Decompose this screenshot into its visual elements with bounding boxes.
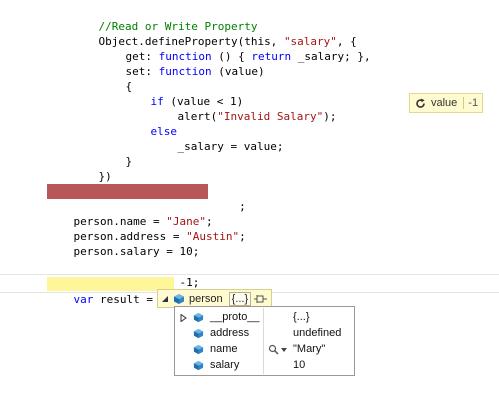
member-row-name[interactable]: name "Mary" xyxy=(175,342,354,358)
code-line-11: }) xyxy=(72,153,112,183)
code-line-18: person.salary = -1; xyxy=(47,259,200,289)
code-token: ; xyxy=(239,200,246,213)
object-cube-icon xyxy=(173,293,185,305)
pin-icon[interactable] xyxy=(254,293,268,305)
chevron-down-icon[interactable] xyxy=(281,348,287,352)
code-line-14: person.name = "Jane"; xyxy=(47,198,213,228)
object-cube-icon xyxy=(193,328,204,339)
code-line-4: set: function (value) xyxy=(99,48,265,78)
code-line-15: person.address = "Austin"; xyxy=(47,213,246,243)
member-name: address xyxy=(210,327,250,339)
member-row-salary[interactable]: salary 10 xyxy=(175,358,354,374)
code-token: }) xyxy=(98,170,112,183)
code-token: ); xyxy=(323,110,337,123)
datatip-value[interactable]: -1 xyxy=(463,97,478,109)
member-value[interactable]: "Mary" xyxy=(293,343,325,355)
member-name: name xyxy=(210,343,238,355)
code-token: alert( xyxy=(177,110,218,123)
value-datatip[interactable]: value -1 xyxy=(409,93,484,113)
code-line-2: Object.defineProperty(this, "salary", { xyxy=(72,18,357,48)
keyword-token: function xyxy=(158,65,212,78)
code-line-8: else xyxy=(124,108,178,138)
member-name: salary xyxy=(210,359,240,371)
refresh-icon[interactable] xyxy=(414,97,427,110)
code-line-9: _salary = value; xyxy=(151,123,284,153)
code-token: person.salary = 10; xyxy=(73,245,200,258)
expand-triangle-icon[interactable] xyxy=(180,314,187,322)
object-cube-icon xyxy=(193,312,204,323)
code-line-5: { xyxy=(99,63,133,93)
code-token: _salary = value; xyxy=(177,140,284,153)
object-cube-icon xyxy=(193,344,204,355)
datatip-label: value xyxy=(431,97,458,109)
code-line-10: } xyxy=(99,138,133,168)
datatip-variable-value[interactable]: {...} xyxy=(228,291,252,306)
expand-arrow-icon[interactable] xyxy=(161,295,169,303)
code-line-12: } xyxy=(47,168,81,198)
code-line-1: //Read or Write Property xyxy=(72,3,258,33)
member-row-proto[interactable]: __proto__ {...} xyxy=(175,310,354,326)
members-popup[interactable]: __proto__ {...} address undefined name "… xyxy=(174,306,355,376)
code-token: ; xyxy=(239,230,246,243)
code-line-3: get: function () { return _salary; }, xyxy=(99,33,371,63)
code-editor[interactable]: //Read or Write Property Object.definePr… xyxy=(0,0,499,400)
member-name: __proto__ xyxy=(210,311,260,323)
member-row-address[interactable]: address undefined xyxy=(175,326,354,342)
datatip-variable-name: person xyxy=(189,292,223,305)
member-value[interactable]: undefined xyxy=(293,327,341,339)
code-token: _salary; }, xyxy=(291,50,371,63)
magnifier-icon[interactable] xyxy=(268,344,279,355)
object-cube-icon xyxy=(193,360,204,371)
code-line-7: alert("Invalid Salary"); xyxy=(151,93,337,123)
code-line-13: var person = new Person(); xyxy=(47,183,246,213)
keyword-token: var xyxy=(73,293,94,306)
code-token: } xyxy=(125,155,133,168)
code-line-16: person.salary = 10; xyxy=(47,228,200,258)
string-token: "Invalid Salary" xyxy=(217,110,324,123)
member-value[interactable]: {...} xyxy=(293,311,310,323)
current-line-top-border xyxy=(0,274,499,275)
member-value[interactable]: 10 xyxy=(293,359,305,371)
code-line-6: if (value < 1) xyxy=(124,78,244,108)
code-token: (value) xyxy=(211,65,265,78)
